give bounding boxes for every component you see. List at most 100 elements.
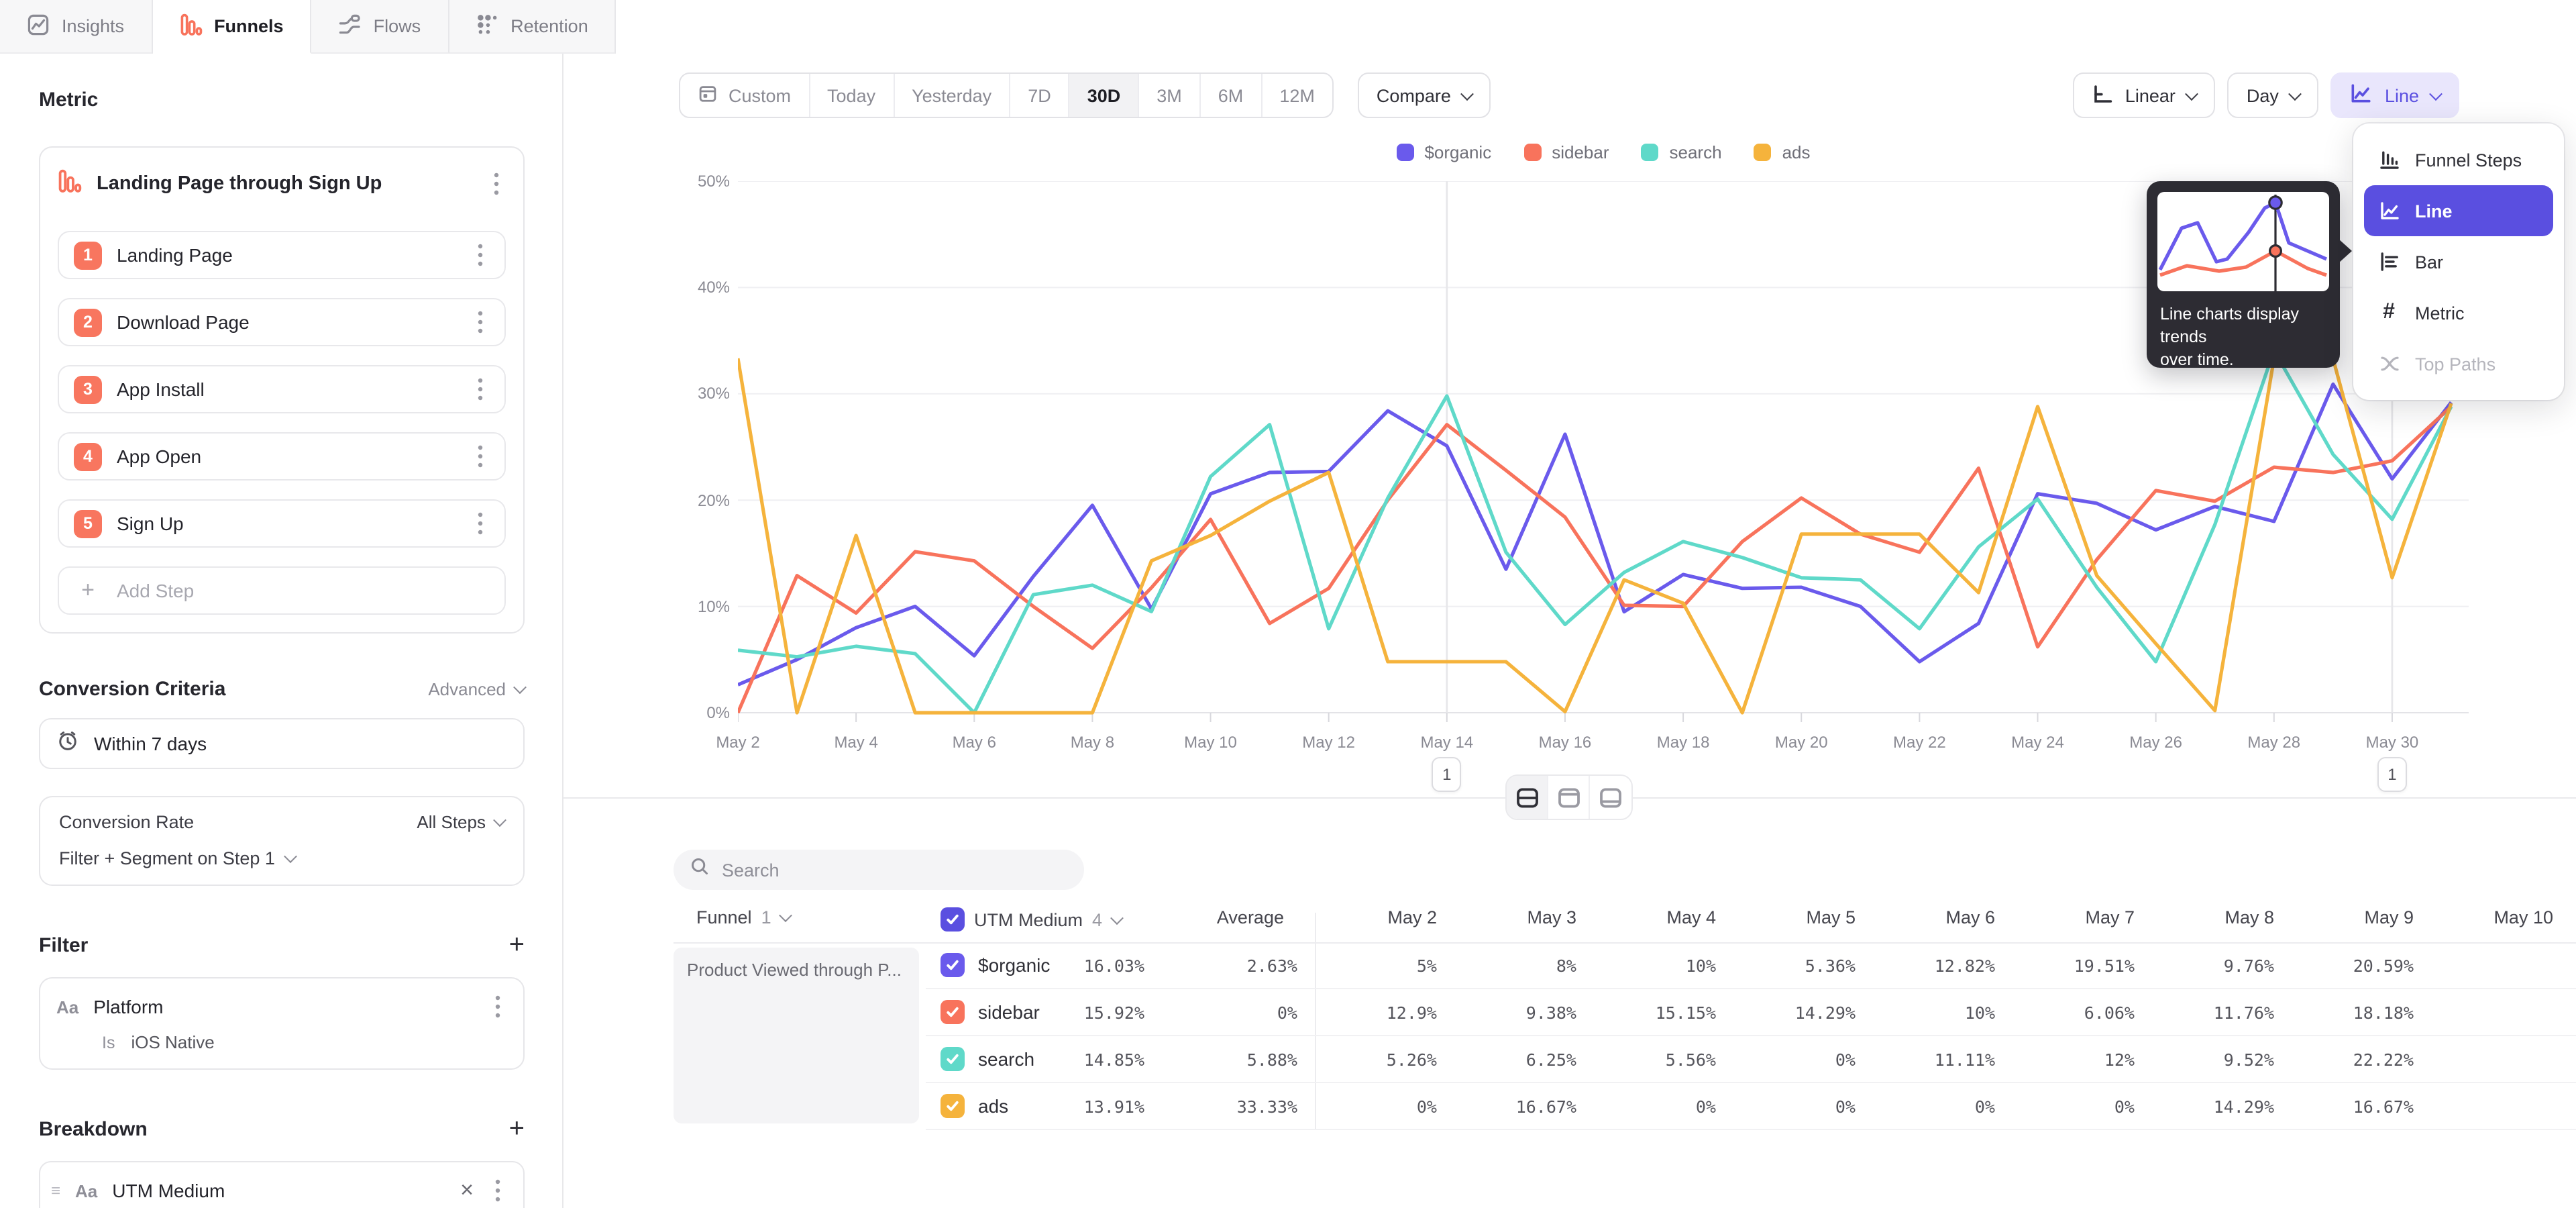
add-breakdown-button[interactable]: +	[509, 1115, 525, 1142]
date-column-header[interactable]: May 9	[2293, 907, 2432, 927]
tab-label: Retention	[511, 16, 588, 36]
filter-value[interactable]: iOS Native	[131, 1032, 214, 1052]
range-30d[interactable]: 30D	[1070, 74, 1140, 117]
cell-value: 14.29%	[2153, 1096, 2293, 1116]
date-column-header[interactable]: May 8	[2153, 907, 2293, 927]
kebab-menu-icon[interactable]	[471, 443, 490, 470]
funnel-step-1[interactable]: 1 Landing Page	[58, 231, 506, 279]
cell-value: 15.15%	[1595, 1002, 1735, 1022]
tab-retention[interactable]: Retention	[449, 0, 616, 54]
breakdown-property[interactable]: UTM Medium	[112, 1180, 445, 1201]
cell-value: 5.56%	[1595, 1049, 1735, 1069]
table-row-sidebar[interactable]: sidebar 15.92%0%12.9%9.38%15.15%14.29%10…	[926, 989, 2576, 1036]
chart-type-menu: Funnel Steps Line Bar # Metric	[2353, 123, 2564, 400]
series-organic[interactable]	[738, 385, 2451, 685]
menu-item-funnel-steps[interactable]: Funnel Steps	[2364, 134, 2553, 185]
cell-value: 18.18%	[2293, 1002, 2432, 1022]
kebab-menu-icon[interactable]	[471, 242, 490, 268]
funnel-group-cell[interactable]: Product Viewed through P...	[674, 948, 919, 1123]
legend-swatch	[1523, 144, 1541, 161]
all-steps-dropdown[interactable]: All Steps	[417, 812, 504, 832]
date-column-header[interactable]: May 10	[2432, 907, 2572, 927]
kebab-menu-icon[interactable]	[488, 993, 507, 1020]
tab-insights[interactable]: Insights	[0, 0, 152, 54]
menu-item-line[interactable]: Line	[2364, 185, 2553, 236]
advanced-dropdown[interactable]: Advanced	[428, 679, 525, 699]
range-6m[interactable]: 6M	[1201, 74, 1263, 117]
filter-operator[interactable]: Is	[102, 1033, 115, 1052]
date-column-header[interactable]: May 2	[1316, 907, 1456, 927]
legend-label: sidebar	[1552, 142, 1609, 162]
series-sidebar[interactable]	[738, 407, 2451, 713]
annotation-badge-may-14[interactable]: 1	[1432, 757, 1462, 792]
date-column-header[interactable]: May 4	[1595, 907, 1735, 927]
add-filter-button[interactable]: +	[509, 932, 525, 958]
layout-table-button[interactable]	[1590, 776, 1631, 819]
series-search[interactable]	[738, 350, 2451, 713]
funnel-step-3[interactable]: 3 App Install	[58, 365, 506, 413]
layout-chart-button[interactable]	[1548, 776, 1590, 819]
cell-value: 2.63%	[1177, 955, 1316, 975]
date-column-header[interactable]: May 5	[1735, 907, 1874, 927]
y-tick-label: 30%	[676, 385, 730, 403]
kebab-menu-icon[interactable]	[471, 376, 490, 403]
step-number-badge: 5	[74, 509, 102, 538]
granularity-dropdown-button[interactable]: Day	[2228, 72, 2319, 118]
kebab-menu-icon[interactable]	[487, 170, 506, 197]
layout-split-button[interactable]	[1507, 776, 1548, 819]
scale-dropdown-button[interactable]: Linear	[2073, 72, 2216, 118]
menu-item-metric[interactable]: # Metric	[2364, 287, 2553, 338]
funnel-step-2[interactable]: 2 Download Page	[58, 298, 506, 346]
legend-item-sidebar[interactable]: sidebar	[1523, 142, 1609, 162]
menu-item-bar[interactable]: Bar	[2364, 236, 2553, 287]
tab-flows[interactable]: Flows	[312, 0, 449, 54]
chart-type-dropdown-button[interactable]: Line	[2331, 72, 2459, 118]
series-checkbox[interactable]	[941, 1047, 965, 1071]
date-column-header[interactable]: May 3	[1456, 907, 1595, 927]
tab-funnels[interactable]: Funnels	[152, 0, 312, 54]
tooltip-text-line2: over time.	[2160, 349, 2326, 372]
insights-icon	[27, 13, 50, 40]
legend-label: ads	[1782, 142, 1811, 162]
kebab-menu-icon[interactable]	[488, 1177, 507, 1204]
funnel-column-header[interactable]: Funnel 1	[696, 907, 790, 927]
table-row-organic[interactable]: $organic 16.03%2.63%5%8%10%5.36%12.82%19…	[926, 942, 2576, 989]
range-yesterday[interactable]: Yesterday	[894, 74, 1010, 117]
compare-button[interactable]: Compare	[1358, 72, 1491, 118]
series-checkbox[interactable]	[941, 953, 965, 977]
range-12m[interactable]: 12M	[1262, 74, 1332, 117]
table-row-ads[interactable]: ads 13.91%33.33%0%16.67%0%0%0%0%14.29%16…	[926, 1083, 2576, 1130]
cell-value: 22.22%	[2293, 1049, 2432, 1069]
series-checkbox[interactable]	[941, 1000, 965, 1024]
kebab-menu-icon[interactable]	[471, 510, 490, 537]
legend-item-search[interactable]: search	[1642, 142, 1722, 162]
series-checkbox[interactable]	[941, 1094, 965, 1118]
average-column-header[interactable]: Average	[1163, 907, 1303, 927]
conversion-window-row[interactable]: Within 7 days	[39, 718, 525, 769]
remove-breakdown-icon[interactable]: ×	[460, 1177, 474, 1204]
series-ads[interactable]	[738, 358, 2451, 713]
select-all-checkbox[interactable]	[941, 907, 965, 932]
date-column-header[interactable]: May 7	[2014, 907, 2153, 927]
legend-item-ads[interactable]: ads	[1754, 142, 1811, 162]
annotation-badge-may-30[interactable]: 1	[2377, 757, 2407, 792]
cell-value: 6.06%	[2014, 1002, 2153, 1022]
date-column-header[interactable]: May 6	[1874, 907, 2014, 927]
filter-property[interactable]: Platform	[93, 996, 474, 1017]
table-row-search[interactable]: search 14.85%5.88%5.26%6.25%5.56%0%11.11…	[926, 1036, 2576, 1083]
kebab-menu-icon[interactable]	[471, 309, 490, 336]
breakdown-column-header[interactable]: UTM Medium 4	[941, 907, 1121, 932]
range-3m[interactable]: 3M	[1139, 74, 1201, 117]
legend-item-organic[interactable]: $organic	[1396, 142, 1491, 162]
drag-handle-icon[interactable]: ≡	[51, 1181, 60, 1200]
string-type-icon: Aa	[56, 997, 78, 1017]
range-7d[interactable]: 7D	[1010, 74, 1070, 117]
funnel-step-5[interactable]: 5 Sign Up	[58, 499, 506, 548]
search-input[interactable]	[722, 860, 1068, 880]
add-step-button[interactable]: + Add Step	[58, 566, 506, 615]
range-custom[interactable]: Custom	[680, 74, 810, 117]
filter-segment-dropdown[interactable]: Filter + Segment on Step 1	[59, 848, 504, 868]
funnel-step-4[interactable]: 4 App Open	[58, 432, 506, 481]
y-tick-label: 10%	[676, 597, 730, 616]
range-today[interactable]: Today	[810, 74, 894, 117]
